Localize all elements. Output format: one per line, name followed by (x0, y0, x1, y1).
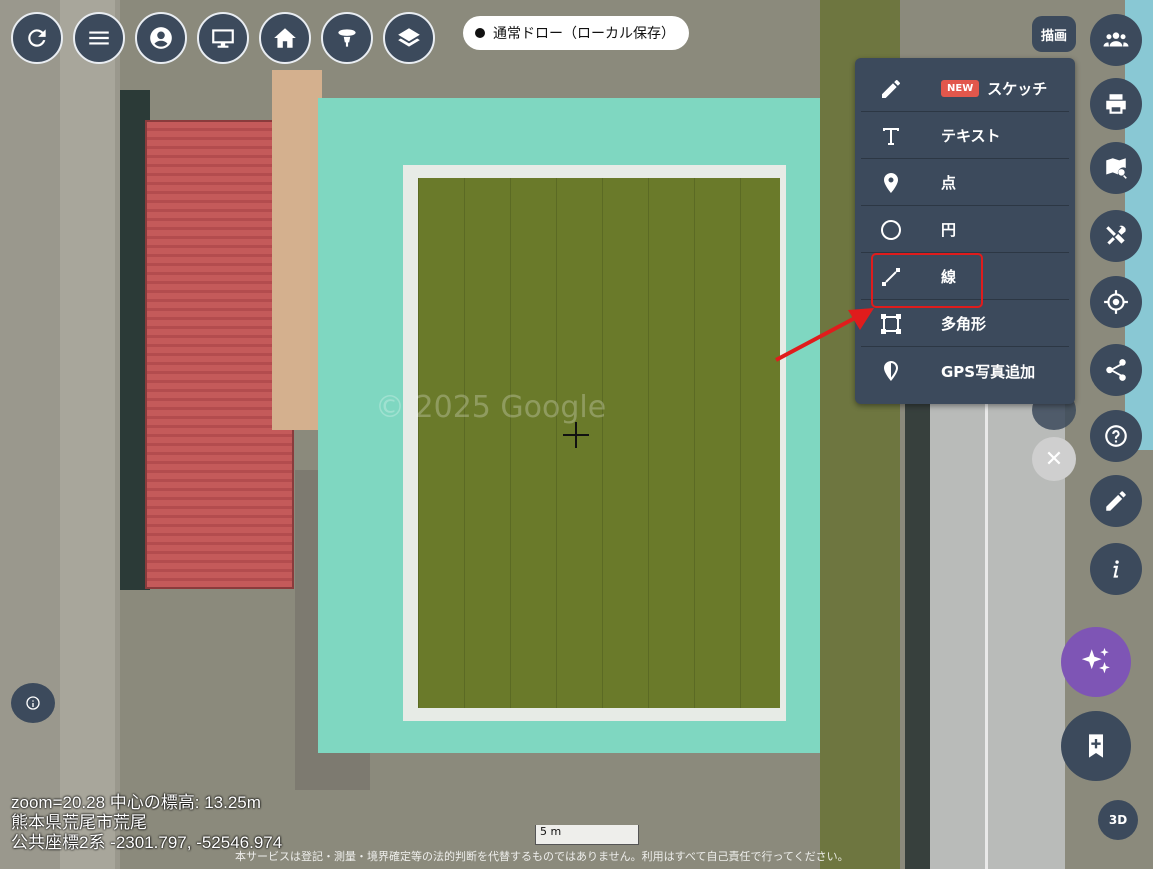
menu-icon (89, 31, 109, 45)
text-icon (883, 127, 899, 145)
info-icon (1113, 560, 1119, 578)
map-pool-water (418, 178, 780, 708)
map-status: zoom=20.28 中心の標高: 13.25m 熊本県荒尾市荒尾 公共座標2系… (11, 793, 282, 853)
draw-menu-item-label: GPS写真追加 (941, 362, 1036, 381)
3d-toggle-button[interactable]: 3D (1098, 800, 1138, 840)
draw-menu-item-text[interactable]: テキスト (861, 113, 1069, 159)
layers-button[interactable] (383, 12, 435, 64)
account-button[interactable] (135, 12, 187, 64)
sparkle-icon (1081, 647, 1110, 674)
map-search-icon (1106, 158, 1127, 179)
draw-menu-item-label: スケッチ (987, 80, 1048, 98)
account-icon (150, 27, 172, 49)
print-icon (1106, 94, 1126, 114)
pencil-icon (882, 79, 900, 98)
help-button[interactable] (1090, 410, 1142, 462)
attribution-info-button[interactable] (11, 683, 55, 723)
imagery-watermark: © 2025 Google (375, 390, 607, 425)
map-road (60, 0, 115, 869)
monitor-icon (212, 29, 234, 48)
close-draw-button[interactable]: ✕ (1032, 437, 1076, 481)
reload-button[interactable] (11, 12, 63, 64)
scale-bar: 5 m (535, 825, 639, 845)
users-button[interactable] (1090, 14, 1142, 66)
street-view-button[interactable] (321, 12, 373, 64)
map-highway-line (985, 380, 988, 869)
bookmark-add-icon (1089, 734, 1103, 758)
help-icon (1105, 425, 1127, 447)
draw-menu-item-label: 多角形 (941, 315, 987, 333)
annotation-arrow (775, 308, 874, 362)
street-view-icon (338, 29, 356, 47)
reload-icon (28, 29, 46, 47)
share-icon (1106, 359, 1126, 381)
draw-menu-item-label: テキスト (941, 127, 1001, 145)
zoom-elevation-readout: zoom=20.28 中心の標高: 13.25m (11, 793, 261, 812)
crosshair (575, 422, 577, 448)
address-readout: 熊本県荒尾市荒尾 (11, 813, 147, 832)
monitor-button[interactable] (197, 12, 249, 64)
close-icon: ✕ (1044, 446, 1064, 472)
draw-mode-label: 通常ドロー（ローカル保存） (493, 26, 675, 42)
home-button[interactable] (259, 12, 311, 64)
info-circle-icon (26, 696, 40, 710)
status-dot (475, 28, 485, 38)
tools-icon (1106, 225, 1126, 245)
info-button[interactable] (1090, 543, 1142, 595)
layers-icon (398, 28, 420, 47)
new-badge: NEW (941, 80, 980, 97)
draw-menu-item-sketch[interactable]: NEW スケッチ (861, 66, 1069, 112)
tools-button[interactable] (1090, 210, 1142, 262)
map-building (272, 70, 322, 430)
add-bookmark-button[interactable] (1061, 711, 1131, 781)
share-button[interactable] (1090, 344, 1142, 396)
edit-icon (1106, 491, 1126, 511)
disclaimer-text: 本サービスは登記・測量・境界確定等の法的判断を代替するものではありません。利用は… (235, 850, 849, 863)
users-icon (1103, 32, 1129, 47)
draw-menu-item-point[interactable]: 点 (861, 160, 1069, 206)
draw-menu-item-label: 円 (941, 221, 957, 239)
map-highway-edge (905, 380, 930, 869)
draw-menu-item-label: 点 (941, 174, 957, 192)
circle-icon (881, 219, 901, 240)
locate-button[interactable] (1090, 276, 1142, 328)
ai-assist-button[interactable] (1061, 627, 1131, 697)
home-icon (274, 28, 296, 48)
locate-icon (1104, 290, 1128, 314)
map-search-button[interactable] (1090, 142, 1142, 194)
print-button[interactable] (1090, 78, 1142, 130)
draw-toggle-button[interactable]: 描画 (1032, 16, 1076, 52)
menu-button[interactable] (73, 12, 125, 64)
draw-menu-item-circle[interactable]: 円 (861, 207, 1069, 253)
draw-menu-item-gps-photo[interactable]: GPS写真追加 (861, 348, 1069, 394)
pin-icon (884, 172, 898, 193)
draw-mode-indicator[interactable]: 通常ドロー（ローカル保存） (463, 16, 689, 50)
edit-button[interactable] (1090, 475, 1142, 527)
